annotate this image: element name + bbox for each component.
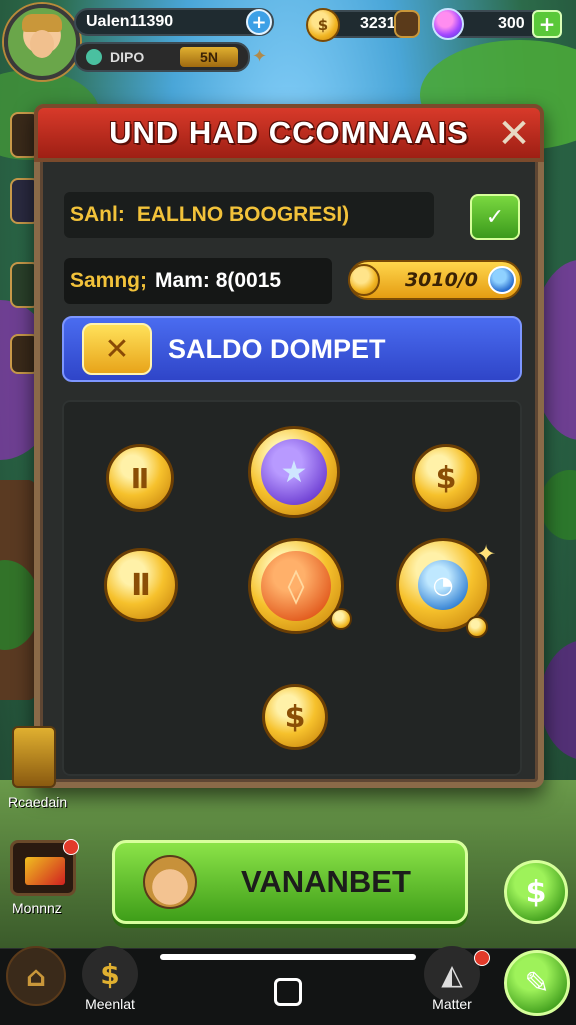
info-row-1-label: SAnl:	[70, 203, 125, 226]
coin-icon	[348, 264, 380, 296]
sparkle-icon: ✓	[485, 204, 505, 230]
player-avatar[interactable]	[4, 4, 80, 80]
nav-item-home[interactable]: ⌂	[6, 946, 66, 1006]
map-icon: ✎	[524, 965, 550, 1001]
share-button[interactable]: ✓	[470, 194, 520, 240]
side-label-bottom: Monnnz	[12, 900, 62, 916]
rank-bar: DIPO 5N	[74, 42, 250, 72]
notification-badge	[474, 950, 490, 966]
gem-count: 300	[498, 15, 525, 32]
envelope-icon	[25, 857, 65, 885]
plus-icon: +	[538, 12, 556, 36]
compass-icon: ◭	[424, 946, 480, 1002]
small-coin-icon	[466, 616, 488, 638]
rank-progress: 5N	[180, 47, 238, 67]
sparkle-icon: ✦	[476, 540, 497, 568]
coin-icon: $	[306, 8, 340, 42]
coin-item[interactable]: $	[262, 684, 328, 750]
balance-pill: 3010/0	[348, 260, 522, 300]
info-row-1-value: EALLNO BOOGRESI)	[136, 203, 350, 226]
coin-count: 3231	[360, 15, 396, 32]
close-icon: ✕	[497, 111, 531, 157]
dollar-icon: $	[525, 874, 547, 910]
small-coin-icon	[330, 608, 352, 630]
info-row-1: SAnl: EALLNO BOOGRESI)	[64, 192, 434, 238]
nav-item-shop[interactable]: $ Meenlat	[82, 946, 138, 1012]
nav-label-matter: Matter	[432, 996, 472, 1012]
plus-icon: +	[251, 11, 267, 33]
modal-header: UND HAD CCOMNAAIS ✕	[34, 104, 544, 162]
saldo-dompet-label: SALDO DOMPET	[168, 333, 386, 364]
reward-chest-icon[interactable]	[12, 726, 56, 788]
dollar-icon: $	[82, 946, 138, 1002]
hat-icon: ⌂	[6, 946, 66, 1006]
side-label-top: Rcaedain	[8, 794, 68, 810]
vananbet-label: VANANBET	[241, 864, 411, 899]
bag-icon[interactable]	[394, 10, 420, 38]
character-avatar	[143, 855, 197, 909]
pin-icon[interactable]: ✦	[252, 46, 272, 67]
square-icon[interactable]	[274, 978, 302, 1006]
coin-item[interactable]: Ⅱ	[106, 444, 174, 512]
info-row-2-label: Samng;	[70, 269, 148, 292]
nav-label-shop: Meenlat	[85, 996, 135, 1012]
money-button[interactable]: $	[504, 860, 568, 924]
wallet-icon	[488, 266, 516, 294]
close-button[interactable]: ✕	[494, 114, 534, 154]
rank-icon	[86, 49, 102, 65]
nav-item-matter[interactable]: ◭ Matter	[424, 946, 490, 1012]
rank-label: DIPO	[110, 49, 145, 65]
coin-item[interactable]: Ⅱ	[104, 548, 178, 622]
balance-value: 3010/0	[404, 269, 478, 291]
home-indicator[interactable]	[160, 954, 416, 960]
player-name-pill: Ualen11390	[74, 8, 274, 36]
modal-title: UND HAD CCOMNAAIS	[109, 115, 469, 150]
saldo-dompet-button[interactable]: ✕ SALDO DOMPET	[62, 316, 522, 382]
add-profile-button[interactable]: +	[246, 9, 272, 35]
add-gems-button[interactable]: +	[532, 10, 562, 38]
crossed-tools-icon: ✕	[82, 323, 152, 375]
map-button[interactable]: ✎	[504, 950, 570, 1016]
mail-button[interactable]	[10, 839, 79, 896]
gem-icon	[432, 8, 464, 40]
info-row-2: Samng; Mam: 8(0015	[64, 258, 332, 304]
player-name: Ualen11390	[86, 13, 174, 30]
coin-collection-panel: Ⅱ ★ $ Ⅱ ◊ ◔ ✦ $	[62, 400, 522, 776]
top-bar: Ualen11390 + DIPO 5N ✦ 3231 $ 300 +	[0, 0, 576, 80]
coin-item[interactable]: $	[412, 444, 480, 512]
info-row-2-name: Mam: 8(0015	[155, 269, 282, 292]
notification-badge	[63, 839, 79, 855]
collection-modal: UND HAD CCOMNAAIS ✕ SAnl: EALLNO BOOGRES…	[34, 104, 544, 788]
coin-item[interactable]: ★	[248, 426, 340, 518]
vananbet-button[interactable]: VANANBET	[112, 840, 468, 924]
